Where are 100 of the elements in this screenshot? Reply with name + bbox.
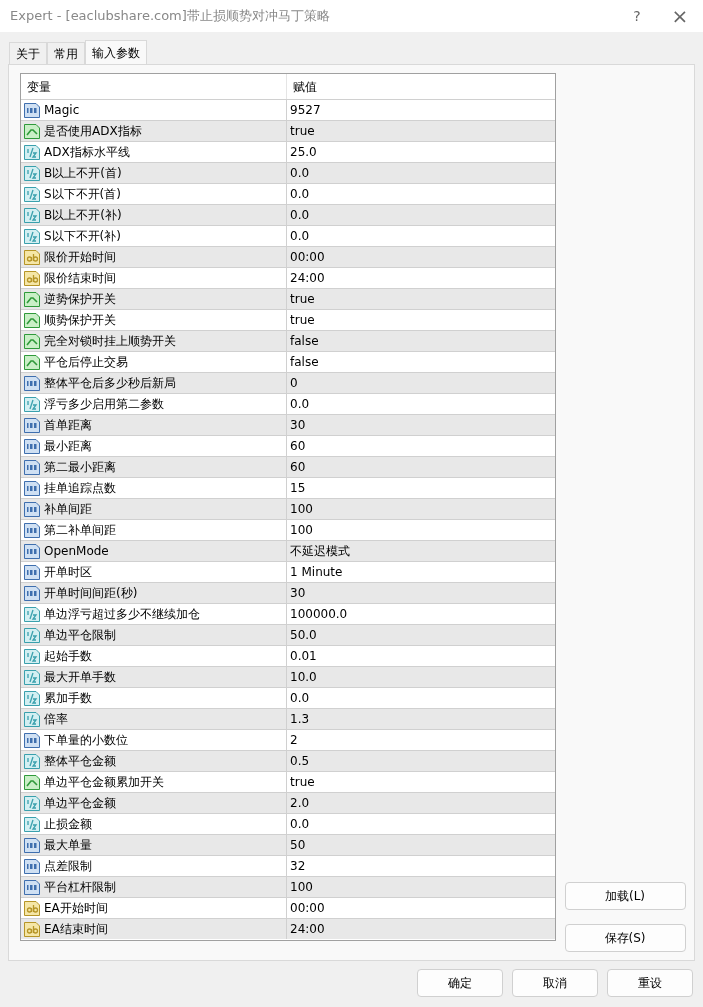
dialog-button[interactable]: 确定 (417, 969, 503, 997)
parameter-value: 60 (289, 459, 307, 476)
parameter-row[interactable]: OpenMode 不延迟模式 (21, 540, 555, 561)
parameter-row[interactable]: 顺势保护开关 true (21, 309, 555, 330)
parameter-name: 平台杠杆限制 (44, 879, 116, 896)
parameter-row[interactable]: 单边浮亏超过多少不继续加仓 100000.0 (21, 603, 555, 624)
parameter-value: 2.0 (289, 795, 311, 812)
parameter-value: 1 Minute (289, 564, 344, 581)
toggle-icon (24, 123, 40, 139)
parameter-row[interactable]: 浮亏多少启用第二参数 0.0 (21, 393, 555, 414)
integer-icon (24, 837, 40, 853)
integer-icon (24, 543, 40, 559)
parameter-row[interactable]: ADX指标水平线 25.0 (21, 141, 555, 162)
parameter-name: OpenMode (44, 543, 109, 560)
integer-icon (24, 858, 40, 874)
parameter-row[interactable]: 开单时间间距(秒) 30 (21, 582, 555, 603)
parameter-row[interactable]: S以下不开(补) 0.0 (21, 225, 555, 246)
toggle-icon (24, 354, 40, 370)
parameter-row[interactable]: 第二补单间距 100 (21, 519, 555, 540)
parameter-row[interactable]: 开单时区 1 Minute (21, 561, 555, 582)
parameter-row[interactable]: 止损金额 0.0 (21, 813, 555, 834)
parameter-name: 逆势保护开关 (44, 291, 116, 308)
parameter-value: 0.0 (289, 186, 311, 203)
parameter-row[interactable]: 最大单量 50 (21, 834, 555, 855)
parameter-name: B以上不开(首) (44, 165, 122, 182)
parameter-row[interactable]: 逆势保护开关 true (21, 288, 555, 309)
parameter-row[interactable]: 单边平仓金额 2.0 (21, 792, 555, 813)
parameter-row[interactable]: 补单间距 100 (21, 498, 555, 519)
parameter-value: 100 (289, 522, 314, 539)
column-header[interactable]: 赋值 (287, 74, 555, 99)
tab[interactable]: 常用 (47, 42, 85, 64)
parameter-value: 不延迟模式 (289, 543, 351, 560)
parameter-row[interactable]: 挂单追踪点数 15 (21, 477, 555, 498)
side-button[interactable]: 加载(L) (564, 882, 686, 910)
parameter-value: 00:00 (289, 900, 326, 917)
parameter-row[interactable]: 最大开单手数 10.0 (21, 666, 555, 687)
help-button[interactable]: ? (617, 0, 657, 32)
tab[interactable]: 输入参数 (85, 40, 147, 64)
parameter-name: 挂单追踪点数 (44, 480, 116, 497)
parameter-name: 单边平仓限制 (44, 627, 116, 644)
fraction-icon (24, 207, 40, 223)
parameter-row[interactable]: 整体平仓金额 0.5 (21, 750, 555, 771)
text-icon (24, 921, 40, 937)
parameter-value: 0.0 (289, 816, 311, 833)
close-button[interactable]: × (657, 0, 703, 32)
fraction-icon (24, 165, 40, 181)
text-icon (24, 900, 40, 916)
parameter-value: true (289, 291, 316, 308)
parameter-row[interactable]: 最小距离 60 (21, 435, 555, 456)
parameter-row[interactable]: 整体平仓后多少秒后新局 0 (21, 372, 555, 393)
parameter-row[interactable]: EA开始时间 00:00 (21, 897, 555, 918)
parameter-name: ADX指标水平线 (44, 144, 130, 161)
parameter-value: 100000.0 (289, 606, 349, 623)
parameter-row[interactable]: 点差限制 32 (21, 855, 555, 876)
parameter-row[interactable]: 倍率 1.3 (21, 708, 555, 729)
parameter-name: 限价开始时间 (44, 249, 116, 266)
parameter-row[interactable]: 首单距离 30 (21, 414, 555, 435)
parameter-value: 50 (289, 837, 307, 854)
parameter-row[interactable]: 限价开始时间 00:00 (21, 246, 555, 267)
side-button[interactable]: 保存(S) (564, 924, 686, 952)
parameter-row[interactable]: B以上不开(补) 0.0 (21, 204, 555, 225)
integer-icon (24, 459, 40, 475)
parameter-value: 00:00 (289, 249, 326, 266)
parameter-value: 30 (289, 585, 307, 602)
tab[interactable]: 关于 (9, 42, 47, 64)
parameter-row[interactable]: 起始手数 0.01 (21, 645, 555, 666)
parameter-value: 60 (289, 438, 307, 455)
dialog-button[interactable]: 重设 (607, 969, 693, 997)
parameter-row[interactable]: 是否使用ADX指标 true (21, 120, 555, 141)
integer-icon (24, 732, 40, 748)
integer-icon (24, 522, 40, 538)
parameter-row[interactable]: 完全对锁时挂上顺势开关 false (21, 330, 555, 351)
dialog-button[interactable]: 取消 (512, 969, 598, 997)
parameter-row[interactable]: 下单量的小数位 2 (21, 729, 555, 750)
integer-icon (24, 375, 40, 391)
window-title: Expert - [eaclubshare.com]带止损顺势对冲马丁策略 (10, 7, 331, 26)
parameter-row[interactable]: 平仓后停止交易 false (21, 351, 555, 372)
parameter-value: 24:00 (289, 270, 326, 287)
parameter-name: S以下不开(首) (44, 186, 121, 203)
fraction-icon (24, 144, 40, 160)
parameter-row[interactable]: 单边平仓限制 50.0 (21, 624, 555, 645)
parameter-name: 开单时区 (44, 564, 92, 581)
parameter-name: 累加手数 (44, 690, 92, 707)
parameter-row[interactable]: S以下不开(首) 0.0 (21, 183, 555, 204)
integer-icon (24, 501, 40, 517)
parameter-row[interactable]: 平台杠杆限制 100 (21, 876, 555, 897)
parameter-row[interactable]: Magic 9527 (21, 99, 555, 120)
parameter-row[interactable]: 累加手数 0.0 (21, 687, 555, 708)
parameter-row[interactable]: 第二最小距离 60 (21, 456, 555, 477)
parameter-value: 0.01 (289, 648, 318, 665)
toggle-icon (24, 312, 40, 328)
fraction-icon (24, 648, 40, 664)
parameter-row[interactable]: 限价结束时间 24:00 (21, 267, 555, 288)
parameter-name: EA开始时间 (44, 900, 108, 917)
parameter-row[interactable]: B以上不开(首) 0.0 (21, 162, 555, 183)
parameter-value: 50.0 (289, 627, 318, 644)
parameter-row[interactable]: EA结束时间 24:00 (21, 918, 555, 939)
parameter-value: 0 (289, 375, 299, 392)
parameter-row[interactable]: 单边平仓金额累加开关 true (21, 771, 555, 792)
integer-icon (24, 585, 40, 601)
